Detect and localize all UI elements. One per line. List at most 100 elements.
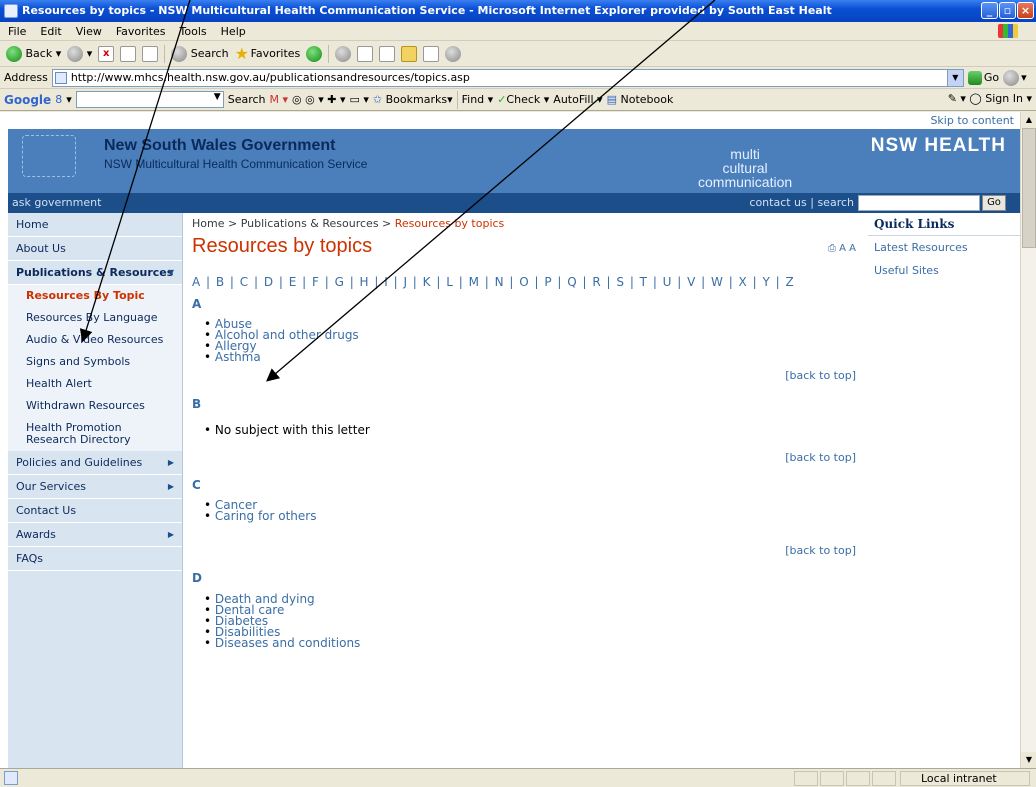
menu-favorites[interactable]: Favorites (116, 25, 166, 38)
mail-icon[interactable] (335, 45, 352, 62)
section-heading-d: D (192, 571, 202, 585)
topic-link[interactable]: Asthma (204, 351, 359, 363)
topic-link[interactable]: Caring for others (204, 510, 317, 522)
history-icon[interactable] (306, 45, 323, 62)
search-button[interactable]: Search (171, 45, 229, 62)
address-input[interactable]: http://www.mhcs.health.nsw.gov.au/public… (51, 68, 964, 87)
star-icon: ★ (234, 43, 249, 63)
google-search-button[interactable]: Search (228, 93, 266, 106)
find-button[interactable]: Find ▾ (462, 93, 494, 106)
address-dropdown-icon[interactable]: ▼ (946, 69, 963, 86)
google-box-value[interactable]: 8 (55, 93, 62, 106)
check-button[interactable]: ✓Check ▾ (497, 93, 549, 106)
main-content: Home > Publications & Resources > Resour… (192, 213, 860, 768)
topic-list-d: Death and dying Dental care Diabetes Dis… (204, 593, 360, 649)
site-search-input[interactable] (858, 195, 980, 211)
google-logo[interactable]: Google (4, 93, 51, 107)
print-icon[interactable] (357, 45, 374, 62)
google-toolbar: Google 8 ▾ ▼ Search M ▾ ◎ ◎ ▾ ✚ ▾ ▭ ▾ ✩ B… (0, 89, 1036, 111)
gov-name[interactable]: New South Wales Government (104, 137, 335, 155)
status-bar: Local intranet (0, 768, 1036, 787)
quick-links-panel: Quick Links Latest Resources Useful Site… (868, 213, 1020, 768)
title-bar: Resources by topics - NSW Multicultural … (0, 0, 1036, 22)
menu-tools[interactable]: Tools (180, 25, 207, 38)
crumb-current: Resources by topics (394, 217, 505, 230)
back-to-top-link[interactable]: [back to top] (785, 451, 856, 464)
back-to-top-link[interactable]: [back to top] (785, 369, 856, 382)
nav-policies[interactable]: Policies and Guidelines ▶ (8, 451, 182, 475)
alphabet-index[interactable]: A | B | C | D | E | F | G | H | I | J | … (192, 275, 795, 289)
site-search-go-button[interactable]: Go (982, 195, 1006, 211)
printer-icon[interactable]: ⎙ (828, 243, 836, 254)
nav-faqs[interactable]: FAQs (8, 547, 182, 571)
service-name: NSW Multicultural Health Communication S… (104, 157, 368, 171)
forward-arrow-icon (67, 45, 84, 62)
windows-logo-icon (998, 24, 1018, 38)
notebook-button[interactable]: ▤ Notebook (607, 93, 674, 106)
nav-home[interactable]: Home (8, 213, 182, 237)
skip-to-content-link[interactable]: Skip to content (930, 114, 1014, 127)
vertical-scrollbar[interactable]: ▲ ▼ (1020, 112, 1036, 768)
options-icon[interactable]: ◎ ◎ ▾ ✚ ▾ (292, 93, 345, 106)
topic-list-c: Cancer Caring for others (204, 499, 317, 522)
menu-view[interactable]: View (76, 25, 102, 38)
nav-sub-signs-symbols[interactable]: Signs and Symbols (8, 351, 182, 373)
research-icon[interactable] (423, 45, 440, 62)
nav-about-us[interactable]: About Us (8, 237, 182, 261)
maximize-button[interactable]: ▫ (999, 2, 1016, 19)
nav-sub-resources-by-topic[interactable]: Resources By Topic (8, 285, 182, 307)
page-info-icon[interactable]: ▭ ▾ (349, 93, 368, 106)
scroll-down-icon[interactable]: ▼ (1021, 752, 1036, 768)
nav-sub-audio-video[interactable]: Audio & Video Resources (8, 329, 182, 351)
home-icon[interactable] (142, 45, 159, 62)
magnifier-icon (171, 45, 188, 62)
expand-right-icon: ▶ (167, 482, 174, 491)
nav-sub-resources-by-language[interactable]: Resources By Language (8, 307, 182, 329)
gmail-icon[interactable]: M ▾ (270, 93, 289, 106)
nav-sub-withdrawn[interactable]: Withdrawn Resources (8, 395, 182, 417)
forward-button[interactable]: ▾ (67, 45, 92, 62)
contact-search-links[interactable]: contact us | search (749, 196, 854, 209)
refresh-icon[interactable] (120, 45, 137, 62)
signin-button[interactable]: ✎ ▾ ◯ Sign In ▾ (948, 92, 1032, 105)
google-search-input[interactable]: ▼ (75, 91, 224, 108)
back-to-top-link[interactable]: [back to top] (785, 544, 856, 557)
folder-icon[interactable] (401, 45, 418, 62)
ask-government-link[interactable]: ask government (12, 196, 101, 209)
messenger-icon[interactable] (445, 45, 462, 62)
favorites-button[interactable]: ★ Favorites (234, 43, 301, 63)
go-arrow-icon (967, 70, 982, 85)
autofill-button[interactable]: AutoFill ▾ (553, 93, 602, 106)
menu-edit[interactable]: Edit (40, 25, 61, 38)
links-button[interactable]: ▾ (1003, 69, 1027, 86)
nav-awards[interactable]: Awards ▶ (8, 523, 182, 547)
back-button[interactable]: Back ▾ (6, 45, 61, 62)
status-panes (794, 771, 896, 786)
nav-publications-resources[interactable]: Publications & Resources ▼ (8, 261, 182, 285)
menu-help[interactable]: Help (221, 25, 246, 38)
quick-link-latest[interactable]: Latest Resources (868, 236, 1020, 259)
menu-file[interactable]: File (8, 25, 26, 38)
go-button[interactable]: Go (967, 70, 999, 85)
crumb-publications[interactable]: Publications & Resources (241, 217, 379, 230)
nav-services[interactable]: Our Services ▶ (8, 475, 182, 499)
nav-contact[interactable]: Contact Us (8, 499, 182, 523)
toolbar-divider (164, 44, 166, 63)
nav-sub-health-alert[interactable]: Health Alert (8, 373, 182, 395)
edit-icon[interactable] (379, 45, 396, 62)
quick-link-useful[interactable]: Useful Sites (868, 259, 1020, 282)
print-text-size-controls[interactable]: ⎙ A A (828, 243, 856, 254)
stop-icon[interactable]: x (98, 45, 115, 62)
page-viewport: Skip to content New South Wales Governme… (0, 112, 1020, 768)
bookmarks-button[interactable]: ✩ Bookmarks▾ (373, 93, 453, 106)
scroll-up-icon[interactable]: ▲ (1021, 112, 1036, 128)
scroll-thumb[interactable] (1022, 128, 1036, 248)
crumb-home[interactable]: Home (192, 217, 224, 230)
nav-sub-research-directory[interactable]: Health Promotion Research Directory (8, 417, 182, 451)
quick-links-heading: Quick Links (868, 213, 1020, 236)
browser-window: Resources by topics - NSW Multicultural … (0, 0, 1036, 787)
minimize-button[interactable]: _ (981, 2, 998, 19)
topic-link[interactable]: Diseases and conditions (204, 637, 360, 649)
breadcrumb: Home > Publications & Resources > Resour… (192, 217, 505, 230)
close-button[interactable]: × (1017, 2, 1034, 19)
